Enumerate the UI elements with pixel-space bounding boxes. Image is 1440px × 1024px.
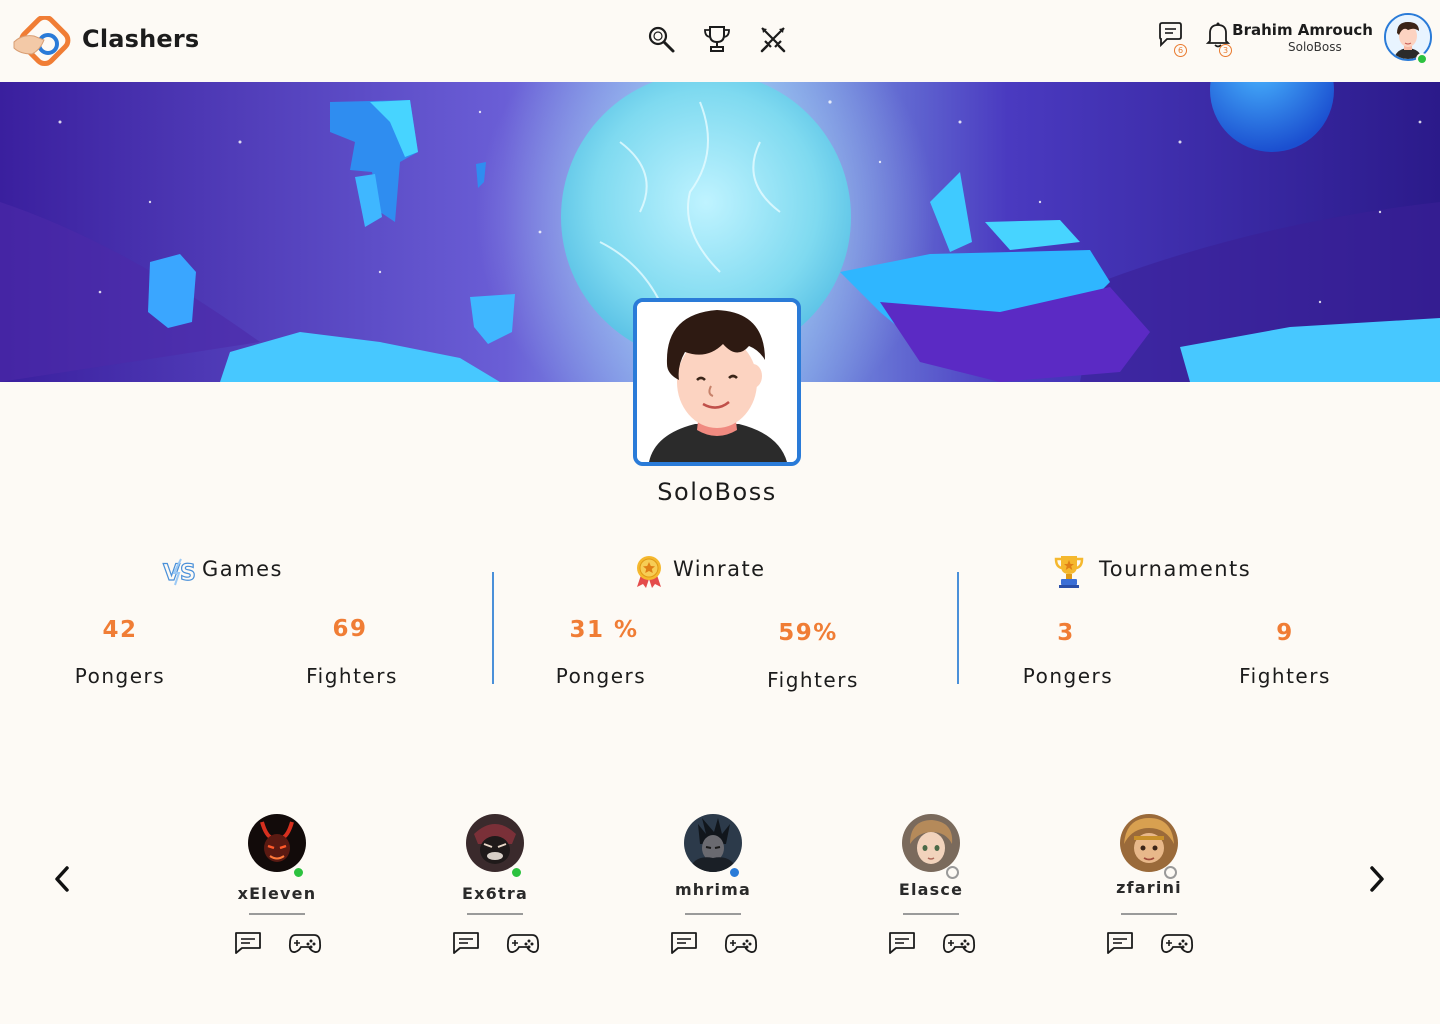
current-user-handle: SoloBoss (1288, 40, 1342, 54)
gamepad-icon[interactable] (1160, 930, 1194, 956)
games-fighters-label: Fighters (306, 664, 398, 688)
notifications-button[interactable]: 3 (1203, 20, 1233, 57)
profile-username: SoloBoss (657, 478, 777, 506)
stats-divider (957, 572, 959, 684)
friend-divider (467, 913, 523, 915)
chat-icon[interactable] (233, 930, 263, 956)
friend-name[interactable]: zfarini (1084, 878, 1214, 897)
crossed-swords-icon[interactable] (758, 24, 788, 54)
games-title: Games (202, 557, 283, 581)
carousel-prev-button[interactable] (46, 860, 80, 898)
friend-avatar[interactable] (466, 814, 524, 872)
friend-name[interactable]: Ex6tra (430, 884, 560, 903)
profile-avatar[interactable] (633, 298, 801, 466)
friend-card: zfarini (1084, 814, 1214, 964)
friend-divider (249, 913, 305, 915)
winrate-pongers-value: 31 % (569, 617, 639, 643)
messages-button[interactable]: 6 (1156, 20, 1187, 57)
friend-divider (685, 913, 741, 915)
friend-status-dot (510, 866, 523, 879)
carousel-next-button[interactable] (1360, 860, 1394, 898)
friend-avatar[interactable] (1120, 814, 1178, 872)
friend-card: mhrima (648, 814, 778, 964)
versus-icon: VS (162, 553, 196, 589)
games-pongers-value: 42 (102, 617, 138, 643)
friend-name[interactable]: Elasce (866, 880, 996, 899)
friend-divider (1121, 913, 1177, 915)
friend-avatar[interactable] (684, 814, 742, 872)
top-bar: Clashers 6 3 Brahim Amrouch SoloBoss (0, 0, 1440, 82)
notifications-count-badge: 3 (1219, 44, 1232, 57)
chat-icon[interactable] (887, 930, 917, 956)
trophy-icon[interactable] (702, 24, 732, 54)
chat-icon[interactable] (1105, 930, 1135, 956)
friend-divider (903, 913, 959, 915)
chat-icon[interactable] (451, 930, 481, 956)
winrate-title: Winrate (673, 557, 766, 581)
brand-name[interactable]: Clashers (82, 25, 199, 53)
chat-icon[interactable] (669, 930, 699, 956)
friend-card: Elasce (866, 814, 996, 964)
winrate-pongers-label: Pongers (555, 664, 647, 688)
gamepad-icon[interactable] (506, 930, 540, 956)
messages-count-badge: 6 (1174, 44, 1187, 57)
tournaments-pongers-label: Pongers (1022, 664, 1114, 688)
gamepad-icon[interactable] (942, 930, 976, 956)
friend-status-dot (728, 866, 741, 879)
friend-card: Ex6tra (430, 814, 560, 964)
clashers-logo[interactable] (12, 14, 74, 72)
tournaments-fighters-label: Fighters (1239, 664, 1331, 688)
winrate-fighters-value: 59% (778, 620, 838, 646)
friend-card: xEleven (212, 814, 342, 964)
user-online-indicator (1416, 53, 1428, 65)
friend-avatar[interactable] (902, 814, 960, 872)
chevron-left-icon (55, 866, 69, 892)
gamepad-icon[interactable] (724, 930, 758, 956)
chevron-right-icon (1370, 866, 1384, 892)
tournaments-pongers-value: 3 (1057, 620, 1075, 646)
winrate-fighters-label: Fighters (767, 668, 859, 692)
friend-status-dot (292, 866, 305, 879)
friend-name[interactable]: mhrima (648, 880, 778, 899)
games-fighters-value: 69 (332, 616, 368, 642)
tournaments-title: Tournaments (1099, 557, 1252, 581)
search-icon[interactable] (646, 24, 676, 54)
current-user-name: Brahim Amrouch (1232, 21, 1373, 39)
friend-name[interactable]: xEleven (212, 884, 342, 903)
friend-status-dot (946, 866, 959, 879)
tournaments-fighters-value: 9 (1276, 620, 1294, 646)
friend-avatar[interactable] (248, 814, 306, 872)
stats-divider (492, 572, 494, 684)
trophy-cup-icon (1052, 553, 1086, 589)
gamepad-icon[interactable] (288, 930, 322, 956)
games-pongers-label: Pongers (74, 664, 166, 688)
medal-icon (632, 553, 666, 589)
